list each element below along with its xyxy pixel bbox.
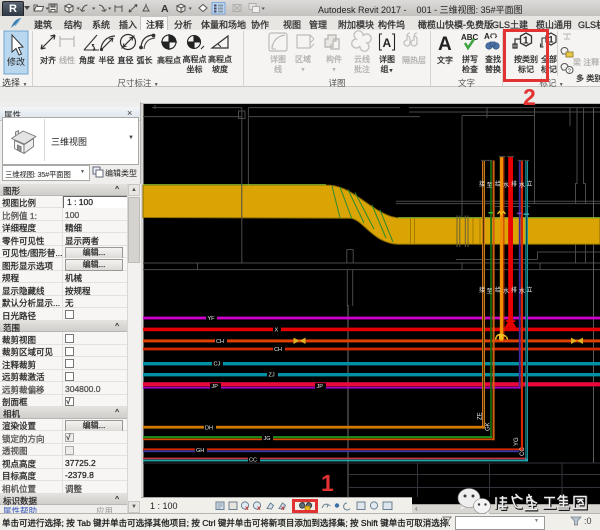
svg-text:水: 水 bbox=[519, 181, 525, 189]
svg-text:立: 立 bbox=[527, 286, 533, 294]
svg-text:JG: JG bbox=[264, 436, 271, 442]
svg-text:ABC: ABC bbox=[461, 33, 479, 42]
svg-text:YG: YG bbox=[514, 437, 520, 446]
svg-text:GK: GK bbox=[486, 422, 492, 431]
svg-text:水: 水 bbox=[519, 287, 525, 295]
svg-text:DH: DH bbox=[205, 425, 213, 431]
svg-text:CC: CC bbox=[249, 457, 257, 463]
svg-text:YF: YF bbox=[208, 316, 216, 322]
svg-text:至: 至 bbox=[487, 182, 493, 189]
svg-text:ZJ: ZJ bbox=[269, 373, 275, 379]
svg-text:水: 水 bbox=[503, 287, 509, 295]
svg-text:CH: CH bbox=[274, 347, 282, 353]
svg-text:JP: JP bbox=[212, 384, 219, 390]
svg-text:立: 立 bbox=[527, 180, 533, 188]
svg-text:GH: GH bbox=[196, 448, 204, 454]
svg-text:X: X bbox=[275, 327, 279, 333]
svg-text:JP: JP bbox=[317, 384, 324, 390]
svg-text:排: 排 bbox=[511, 286, 517, 294]
svg-text:水: 水 bbox=[503, 181, 509, 189]
svg-text:x: x bbox=[281, 505, 285, 512]
svg-text:A: A bbox=[383, 36, 392, 50]
svg-text:CC: CC bbox=[520, 447, 526, 456]
svg-text:CH: CH bbox=[216, 339, 224, 345]
svg-text:至: 至 bbox=[487, 288, 493, 295]
svg-text:x: x bbox=[257, 505, 261, 512]
svg-text:给: 给 bbox=[495, 180, 501, 188]
svg-text:A: A bbox=[438, 34, 452, 55]
svg-text:接: 接 bbox=[479, 180, 485, 188]
svg-text:A: A bbox=[484, 32, 490, 41]
svg-text:接: 接 bbox=[479, 286, 485, 294]
svg-text:CJ: CJ bbox=[214, 362, 221, 368]
svg-text:A: A bbox=[161, 3, 169, 15]
svg-text:x: x bbox=[245, 505, 249, 512]
svg-text:给: 给 bbox=[495, 286, 501, 294]
svg-text:排: 排 bbox=[511, 180, 517, 188]
svg-text:ZE: ZE bbox=[478, 412, 484, 420]
svg-text:1: 1 bbox=[549, 35, 554, 45]
